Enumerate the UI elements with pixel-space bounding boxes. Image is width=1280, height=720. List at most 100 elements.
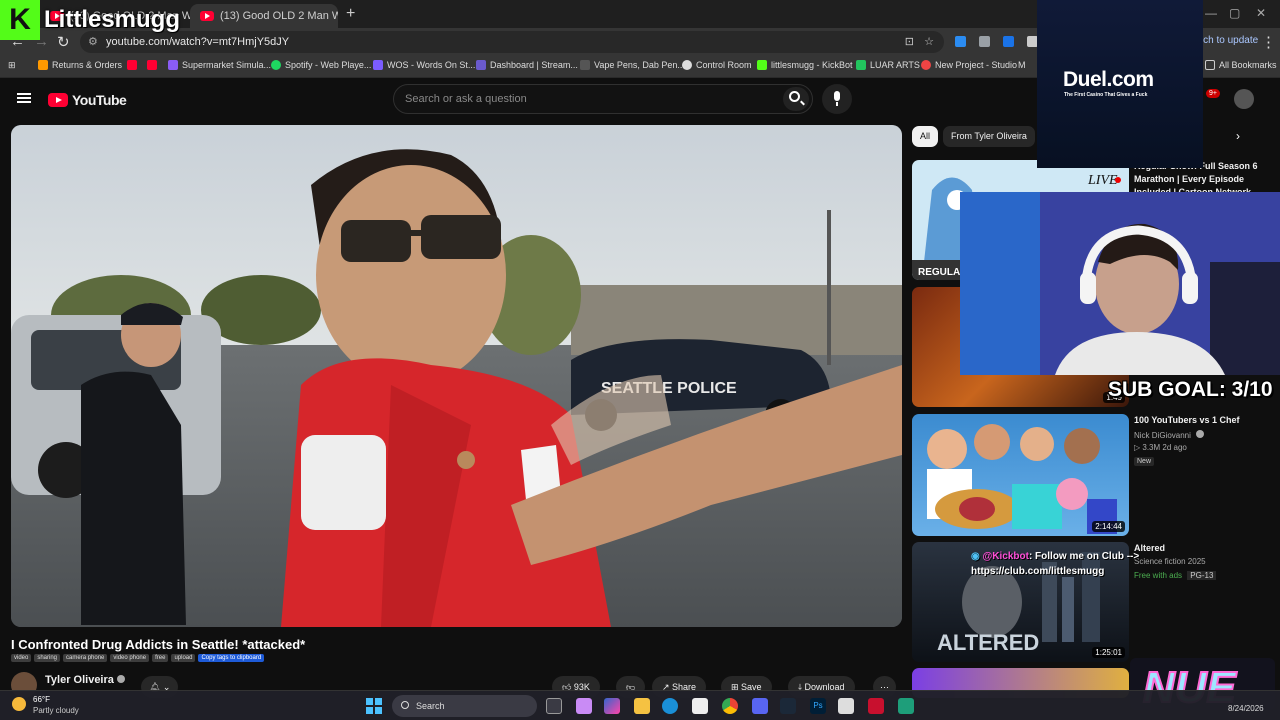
rec-channel-text: Nick DiGiovanni [1134,431,1191,440]
bookmark-spotify[interactable]: Spotify - Web Playe... [271,60,371,70]
taskbar: 66°F Partly cloudy Search Ps 8/24/2026 [0,690,1280,720]
youtube-logo[interactable]: YouTube [48,92,127,108]
bookmark-dashboard[interactable]: Dashboard | Stream... [476,60,578,70]
notification-badge[interactable]: 9+ [1206,89,1220,98]
rec-free-text: Free with ads [1134,571,1183,580]
rec-meta-text: 3.3M 2d ago [1142,443,1187,452]
video-title: I Confronted Drug Addicts in Seattle! *a… [11,637,306,652]
bookmark-label: New Project - Studio [935,60,1018,70]
apps-grid-icon[interactable]: ⊞ [8,60,16,71]
bookmark-favicon-icon [856,60,866,70]
live-badge: LIVE [1087,173,1118,188]
webcam-overlay [960,192,1280,375]
verified-icon [1196,430,1205,438]
photoshop-icon[interactable]: Ps [810,698,826,714]
chat-text: : Follow me on Club --> [1028,551,1140,562]
search-placeholder: Search or ask a question [405,93,527,105]
store-icon[interactable] [692,698,708,714]
sponsor-overlay: Duel.com The First Casino That Gives a F… [1037,0,1203,168]
bookmark-label: Supermarket Simula... [182,60,272,70]
bookmark-supermarket[interactable]: Supermarket Simula... [168,60,271,70]
video-tag[interactable]: video [11,654,32,662]
bookmark-favicon-icon [38,60,48,70]
weather-icon[interactable] [12,697,26,711]
sub-goal-overlay: SUB GOAL: 3/10 [1108,378,1273,401]
bookmark-returns[interactable]: Returns & Orders [38,60,122,70]
weather-temp[interactable]: 66°F [33,695,50,704]
bookmark-vape[interactable]: Vape Pens, Dab Pen... [580,60,685,70]
chrome-icon[interactable] [722,698,738,714]
taskbar-date[interactable]: 8/24/2026 [1228,704,1264,713]
chevron-right-icon[interactable]: › [1236,129,1240,143]
new-tab-button[interactable]: + [346,5,355,23]
avatar[interactable] [1234,89,1254,109]
bookmark-label: Dashboard | Stream... [490,60,578,70]
rec-title[interactable]: 100 YouTubers vs 1 Chef [1134,414,1274,427]
copy-tags-button[interactable]: Copy tags to clipboard [198,654,265,662]
discord-icon[interactable] [752,698,768,714]
windows-start-icon[interactable] [366,698,382,714]
bookmark-star-icon[interactable]: ☆ [924,31,934,53]
chat-badge-icon: ◉ [971,551,980,562]
install-app-icon[interactable]: ⊡ [905,31,914,53]
extension-icon[interactable] [979,36,990,47]
menu-icon[interactable] [17,93,31,103]
bookmark-kickbot[interactable]: littlesmugg - KickBot [757,60,853,70]
search-input[interactable]: Search or ask a question [393,84,813,114]
bookmark-label: Control Room [696,60,752,70]
maximize-icon[interactable]: ▢ [1229,6,1240,20]
app-icon[interactable] [576,698,592,714]
video-tag[interactable]: camera phone [63,654,108,662]
bookmark-label: WOS - Words On St... [387,60,476,70]
video-tags: video sharing camera phone video phone f… [11,654,265,662]
taskbar-search[interactable]: Search [392,695,537,717]
bookmark-youtube[interactable] [147,60,157,70]
youtube-logo-text: YouTube [72,92,127,108]
video-tag[interactable]: sharing [34,654,61,662]
channel-name[interactable]: Tyler Oliveira [45,674,125,686]
bookmark-label: LUAR ARTS [870,60,920,70]
video-player[interactable]: SEATTLE POLICE [11,125,902,627]
bookmark-youtube[interactable] [127,60,137,70]
video-tag[interactable]: video phone [110,654,150,662]
search-button[interactable] [783,87,809,111]
copilot-icon[interactable] [604,698,620,714]
rec-channel[interactable]: Nick DiGiovanni [1134,430,1205,440]
bookmark-favicon-icon [168,60,178,70]
rec-thumbnail[interactable]: 2:14:44 [912,414,1129,536]
spotify-icon [271,60,281,70]
all-bookmarks[interactable]: All Bookmarks [1205,60,1277,70]
extension-icon[interactable] [1003,36,1014,47]
notepad-icon[interactable] [838,698,854,714]
extension-icon[interactable] [955,36,966,47]
file-explorer-icon[interactable] [634,698,650,714]
chip-from-channel[interactable]: From Tyler Oliveira [943,126,1035,147]
app-icon[interactable] [868,698,884,714]
bookmark-m[interactable]: M [1018,60,1026,70]
search-icon [401,701,409,709]
edge-icon[interactable] [662,698,678,714]
browser-menu-icon[interactable]: ⋮ [1261,33,1276,51]
close-window-icon[interactable]: ✕ [1256,6,1266,20]
chip-all[interactable]: All [912,126,939,147]
taskbar-search-label: Search [416,701,445,711]
bookmark-favicon-icon [476,60,486,70]
bookmark-studio[interactable]: New Project - Studio [921,60,1017,70]
app-icon[interactable] [898,698,914,714]
browser-tab-active[interactable]: (13) Good OLD 2 Man W/ G... ✕ [190,4,338,28]
sponsor-name: Duel.com [1063,68,1154,91]
chef-thumbnail [927,424,1117,534]
task-view-icon[interactable] [546,698,562,714]
bookmark-wos[interactable]: WOS - Words On St... [373,60,475,70]
bookmark-control-room[interactable]: Control Room [682,60,752,70]
address-bar[interactable]: ⚙ youtube.com/watch?v=mt7HmjY5dJY ⊡ ☆ [80,31,944,53]
bookmark-label: M [1018,60,1026,70]
video-tag[interactable]: upload [171,654,196,662]
minimize-icon[interactable]: — [1205,6,1217,20]
chat-username: @Kickbot [982,551,1029,562]
steam-icon[interactable] [780,698,796,714]
weather-condition[interactable]: Partly cloudy [33,706,79,715]
voice-search-button[interactable] [822,84,852,114]
bookmark-luar-arts[interactable]: LUAR ARTS [856,60,920,70]
video-tag[interactable]: free [152,654,169,662]
